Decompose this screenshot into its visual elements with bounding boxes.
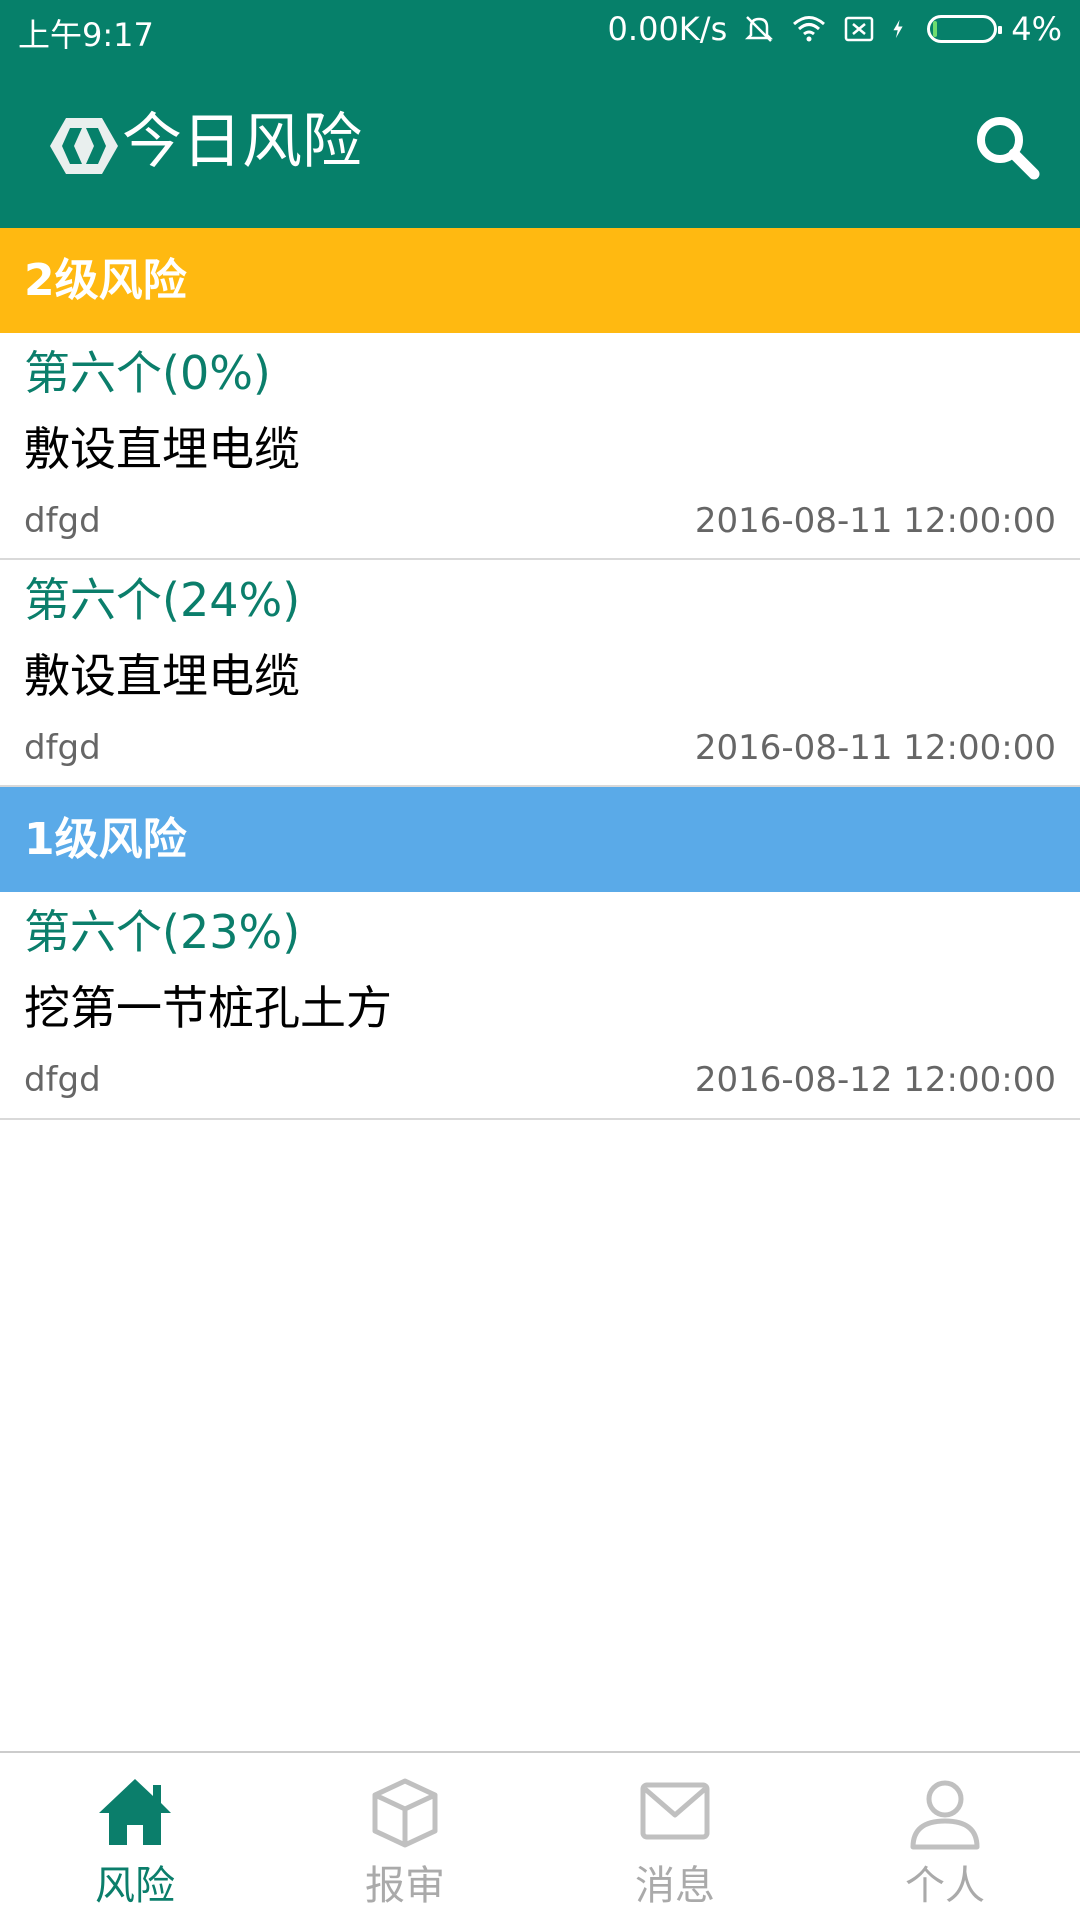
nav-item-risk[interactable]: 风险: [0, 1753, 270, 1920]
app-bar: 今日风险: [0, 62, 1080, 228]
list-item[interactable]: 第六个(23%) 挖第一节桩孔土方 dfgd 2016-08-12 12:00:…: [0, 892, 1080, 1120]
item-date: 2016-08-11 12:00:00: [694, 501, 1056, 541]
list-item[interactable]: 第六个(0%) 敷设直埋电缆 dfgd 2016-08-11 12:00:00: [0, 333, 1080, 560]
battery-icon: [927, 15, 1003, 43]
nav-label: 风险: [95, 1863, 175, 1909]
section-header-level-2: 2级风险: [0, 228, 1080, 333]
battery-level: [933, 21, 938, 37]
item-title: 第六个(24%): [24, 573, 301, 627]
page-title: 今日风险: [122, 107, 362, 177]
item-title: 第六个(23%): [24, 905, 301, 959]
home-icon: [99, 1779, 171, 1845]
risk-list[interactable]: 2级风险 第六个(0%) 敷设直埋电缆 dfgd 2016-08-11 12:0…: [0, 228, 1080, 1120]
sim-icon: [844, 16, 874, 42]
item-user: dfgd: [24, 1060, 101, 1100]
wifi-icon: [793, 16, 826, 42]
app-logo-icon: [50, 118, 118, 174]
nav-label: 消息: [635, 1863, 715, 1909]
net-speed: 0.00K/s: [607, 10, 728, 48]
item-name: 敷设直埋电缆: [24, 649, 300, 703]
item-user: dfgd: [24, 728, 101, 768]
mail-icon: [640, 1782, 710, 1840]
status-time: 上午9:17: [18, 16, 154, 54]
mute-icon: [745, 16, 774, 42]
search-icon[interactable]: [970, 110, 1044, 184]
person-icon: [910, 1780, 980, 1850]
item-name: 挖第一节桩孔土方: [24, 981, 392, 1035]
status-bar: 上午9:17 0.00K/s 4%: [0, 0, 1080, 62]
nav-item-profile[interactable]: 个人: [810, 1753, 1080, 1920]
item-user: dfgd: [24, 501, 101, 541]
item-name: 敷设直埋电缆: [24, 422, 300, 476]
cube-icon: [372, 1778, 438, 1848]
nav-label: 报审: [365, 1863, 445, 1909]
section-header-level-1: 1级风险: [0, 787, 1080, 892]
item-date: 2016-08-11 12:00:00: [694, 728, 1056, 768]
item-title: 第六个(0%): [24, 346, 271, 400]
nav-item-messages[interactable]: 消息: [540, 1753, 810, 1920]
nav-item-review[interactable]: 报审: [270, 1753, 540, 1920]
battery-percent: 4%: [1011, 10, 1062, 48]
status-icons: 0.00K/s 4%: [608, 10, 1062, 48]
bottom-nav: 风险 报审 消息 个人: [0, 1751, 1080, 1920]
nav-label: 个人: [905, 1863, 985, 1909]
item-date: 2016-08-12 12:00:00: [694, 1060, 1056, 1100]
charging-icon: [893, 19, 903, 39]
list-item[interactable]: 第六个(24%) 敷设直埋电缆 dfgd 2016-08-11 12:00:00: [0, 560, 1080, 787]
